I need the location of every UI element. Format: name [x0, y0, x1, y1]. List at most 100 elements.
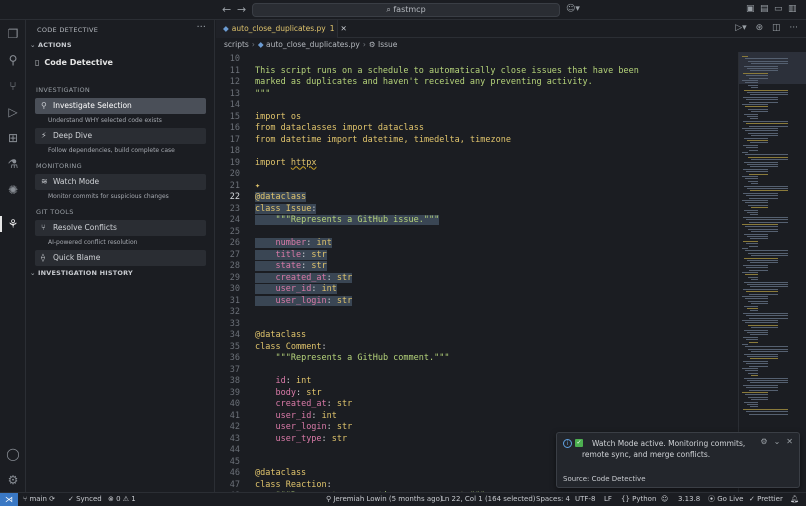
command-center[interactable]: ⌕ fastmcp — [252, 3, 560, 17]
code-line[interactable]: state: str — [255, 261, 327, 271]
command-center-label: fastmcp — [393, 5, 426, 14]
code-line[interactable]: """ — [255, 89, 270, 99]
sync-status[interactable]: ✓ Synced — [68, 493, 102, 506]
openai-icon[interactable]: ✺ — [5, 182, 21, 198]
history-section-header[interactable]: ⌄ INVESTIGATION HISTORY — [30, 269, 133, 277]
run-icon[interactable]: ▷▾ — [735, 23, 746, 33]
notifications-bell-icon[interactable]: 🔔︎ — [790, 493, 799, 506]
minimap-line — [745, 154, 788, 156]
code-line[interactable]: created_at: str — [255, 272, 353, 283]
settings-gear-icon[interactable]: ⚙ — [5, 472, 21, 488]
chevron-down-icon: ⌄ — [30, 269, 36, 277]
toggle-sidebar-icon[interactable]: ▤ — [760, 4, 769, 14]
code-line[interactable]: user_login: str — [255, 422, 352, 432]
minimap-line — [743, 408, 788, 410]
forward-icon[interactable]: → — [237, 3, 246, 16]
minimap[interactable] — [738, 52, 806, 492]
code-line[interactable]: body: str — [255, 388, 321, 398]
search-icon[interactable]: ⚲ — [5, 52, 21, 68]
watch-mode-button[interactable]: ≋ Watch Mode — [35, 174, 206, 190]
code-line[interactable]: class Reaction: — [255, 480, 332, 490]
code-line[interactable]: user_login: str — [255, 295, 353, 306]
code-detective-icon[interactable]: ⚘ — [5, 216, 21, 232]
resolve-conflicts-button[interactable]: ⑂ Resolve Conflicts — [35, 220, 206, 236]
split-editor-icon[interactable]: ◫ — [772, 23, 781, 33]
code-line[interactable]: ✦ — [255, 181, 260, 191]
go-live-button[interactable]: ⦿ Go Live — [708, 493, 743, 506]
account-icon[interactable]: ◯ — [5, 446, 21, 462]
minimap-line — [744, 281, 788, 283]
copilot-icon[interactable]: ☺▾ — [566, 4, 580, 14]
code-line[interactable]: number: int — [255, 238, 332, 248]
breadcrumb-symbol[interactable]: Issue — [378, 40, 397, 49]
deep-dive-button[interactable]: ⚡ Deep Dive — [35, 128, 206, 144]
code-line[interactable]: from dataclasses import dataclass — [255, 123, 424, 133]
prettier-status[interactable]: ✓ Prettier — [749, 493, 783, 506]
gear-icon[interactable]: ⚙ — [760, 437, 767, 446]
code-line[interactable]: user_type: str — [255, 434, 347, 444]
more-actions-icon[interactable]: ··· — [196, 22, 206, 33]
toggle-panel-icon[interactable]: ▭ — [774, 4, 783, 14]
encoding[interactable]: UTF-8 — [575, 493, 595, 506]
minimap-line — [751, 159, 788, 161]
code-editor[interactable]: 10 11 This script runs on a schedule to au… — [216, 52, 738, 492]
extensions-icon[interactable]: ⊞ — [5, 130, 21, 146]
actions-section-header[interactable]: ⌄ ACTIONS — [30, 41, 72, 49]
minimap-line — [743, 336, 758, 338]
run-debug-icon[interactable]: ▷ — [5, 104, 21, 120]
breadcrumb-file[interactable]: auto_close_duplicates.py — [266, 40, 360, 49]
code-line[interactable]: class Issue: — [255, 203, 317, 214]
line-number: 16 — [229, 123, 240, 133]
code-line[interactable]: marked as duplicates and haven't receive… — [255, 77, 593, 87]
python-version[interactable]: 3.13.8 — [678, 493, 700, 506]
more-actions-icon[interactable]: ··· — [789, 23, 798, 33]
code-line[interactable]: import os — [255, 112, 301, 122]
line-number: 14 — [229, 100, 240, 110]
minimap-line — [744, 329, 768, 331]
code-line[interactable]: id: int — [255, 376, 311, 386]
code-line[interactable]: user_id: int — [255, 411, 336, 421]
copilot-chat-icon[interactable]: ⊛ — [756, 23, 764, 33]
code-line[interactable]: This script runs on a schedule to automa… — [255, 66, 639, 76]
status-bar: ⋊ ⑂ main ⟳ ✓ Synced ⊗ 0 ⚠ 1 ⚲ Jeremiah L… — [0, 492, 806, 506]
line-ending[interactable]: LF — [604, 493, 612, 506]
code-detective-item[interactable]: ▯ Code Detective — [35, 58, 113, 67]
code-line[interactable]: created_at: str — [255, 399, 352, 409]
minimap-line — [751, 255, 788, 257]
code-line[interactable]: import httpx — [255, 158, 316, 168]
cursor-position[interactable]: Ln 22, Col 1 (164 selected) — [441, 493, 536, 506]
testing-icon[interactable]: ⚗ — [5, 156, 21, 172]
indentation[interactable]: Spaces: 4 — [536, 493, 570, 506]
back-icon[interactable]: ← — [222, 3, 231, 16]
tab-auto-close-duplicates[interactable]: ◆ auto_close_duplicates.py 1 ✕ — [216, 20, 347, 38]
explorer-icon[interactable]: ❐ — [5, 26, 21, 42]
layout-icon[interactable]: ▣ — [746, 4, 755, 14]
close-icon[interactable]: ✕ — [340, 24, 346, 33]
minimap-line — [750, 214, 758, 216]
code-line[interactable]: user_id: int — [255, 284, 337, 294]
line-number: 44 — [229, 445, 240, 455]
minimap-line — [745, 394, 768, 396]
minimap-line — [751, 399, 768, 401]
branch-status[interactable]: ⑂ main ⟳ — [23, 493, 55, 506]
code-line[interactable]: """Represents a GitHub issue.""" — [255, 215, 440, 225]
code-line[interactable]: @dataclass — [255, 468, 306, 478]
language-mode[interactable]: {} Python — [621, 493, 656, 506]
code-line[interactable]: from datetime import datetime, timedelta… — [255, 135, 511, 145]
code-line[interactable]: @dataclass — [255, 192, 307, 202]
close-icon[interactable]: ✕ — [786, 437, 793, 446]
investigate-selection-button[interactable]: ⚲ Investigate Selection — [35, 98, 206, 114]
code-line[interactable]: title: str — [255, 249, 327, 260]
git-blame-status[interactable]: ⚲ Jeremiah Lowin (5 months ago) — [326, 493, 443, 506]
copilot-status-icon[interactable]: ☺ — [661, 493, 668, 506]
quick-blame-button[interactable]: ⟠ Quick Blame — [35, 250, 206, 266]
toggle-secondary-sidebar-icon[interactable]: ▥ — [788, 4, 797, 14]
breadcrumb-folder[interactable]: scripts — [224, 40, 249, 49]
remote-icon[interactable]: ⋊ — [0, 493, 18, 506]
chevron-down-icon[interactable]: ⌄ — [774, 437, 781, 446]
code-line[interactable]: class Comment: — [255, 342, 327, 352]
problems-status[interactable]: ⊗ 0 ⚠ 1 — [108, 493, 136, 506]
code-line[interactable]: @dataclass — [255, 330, 306, 340]
code-line[interactable]: """Represents a GitHub comment.""" — [255, 353, 449, 363]
source-control-icon[interactable]: ⑂ — [5, 78, 21, 94]
